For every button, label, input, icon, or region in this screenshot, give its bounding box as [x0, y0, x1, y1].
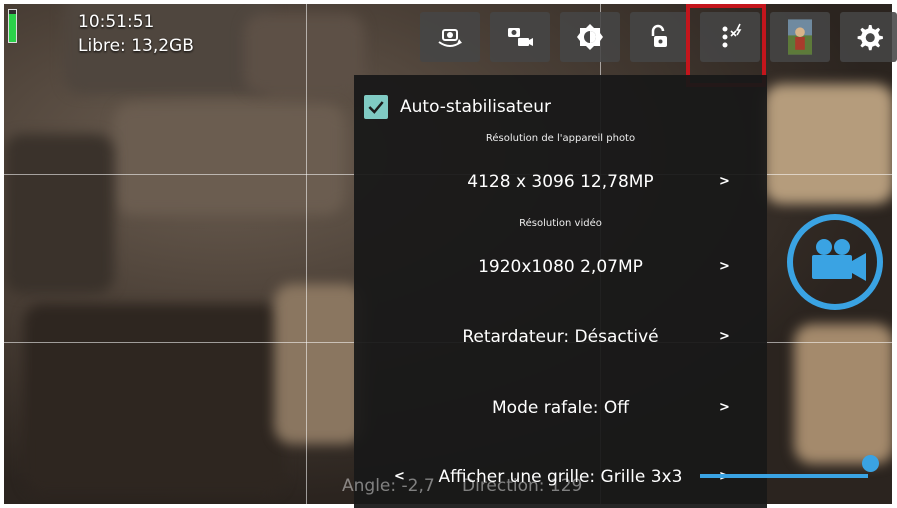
video-camera-icon [787, 214, 883, 310]
angle-readout: Angle: -2,7 [342, 476, 435, 496]
zoom-slider-track[interactable] [700, 474, 868, 478]
grid-line-vertical [306, 4, 307, 504]
photo-video-mode-icon [508, 28, 533, 46]
exposure-lock-button[interactable] [630, 12, 690, 62]
photo-video-mode-button[interactable] [490, 12, 550, 62]
preview-bokeh [274, 284, 364, 444]
exposure-lock-icon [651, 24, 667, 47]
zoom-slider-thumb[interactable] [862, 455, 879, 472]
auto-stabilizer-option[interactable]: Auto-stabilisateur [364, 95, 551, 119]
exposure-button[interactable] [560, 12, 620, 62]
preview-bokeh [764, 84, 892, 204]
free-storage-text: Libre: 13,2GB [78, 36, 194, 56]
photo-resolution-row[interactable]: 4128 x 3096 12,78MP > [354, 162, 767, 202]
switch-camera-button[interactable] [420, 12, 480, 62]
photo-resolution-title: Résolution de l'appareil photo [485, 133, 636, 144]
gallery-button[interactable] [770, 12, 830, 62]
preview-bokeh [794, 324, 892, 464]
battery-level-fill [9, 14, 16, 42]
clock-text: 10:51:51 [78, 12, 155, 32]
auto-stabilizer-label: Auto-stabilisateur [400, 97, 551, 117]
settings-button[interactable] [840, 12, 897, 62]
photo-resolution-next-button[interactable]: > [719, 162, 730, 202]
battery-indicator [8, 9, 17, 43]
check-icon [368, 101, 384, 114]
photo-resolution-value: 4128 x 3096 12,78MP [467, 172, 654, 192]
preview-bokeh [244, 14, 364, 94]
quick-settings-popup: Auto-stabilisateur Résolution de l'appar… [354, 75, 767, 508]
timer-value: Retardateur: Désactivé [462, 327, 659, 347]
timer-next-button[interactable]: > [719, 317, 730, 357]
burst-mode-next-button[interactable]: > [719, 388, 730, 428]
timer-row[interactable]: Retardateur: Désactivé > [354, 317, 767, 357]
preview-bokeh [114, 104, 344, 214]
video-resolution-title: Résolution vidéo [519, 218, 602, 229]
settings-gear-icon [857, 25, 883, 51]
video-resolution-next-button[interactable]: > [719, 247, 730, 287]
switch-camera-icon [438, 29, 462, 47]
video-resolution-value: 1920x1080 2,07MP [478, 257, 643, 277]
video-resolution-row[interactable]: 1920x1080 2,07MP > [354, 247, 767, 287]
burst-mode-row[interactable]: Mode rafale: Off > [354, 388, 767, 428]
exposure-icon [577, 24, 603, 50]
auto-stabilizer-checkbox[interactable] [364, 95, 388, 119]
gallery-thumbnail-icon [788, 19, 812, 55]
direction-readout: Direction: 129 [462, 476, 583, 496]
preview-bokeh [24, 304, 284, 494]
preview-bokeh [4, 134, 114, 294]
record-video-button[interactable] [782, 213, 888, 311]
burst-mode-value: Mode rafale: Off [492, 398, 629, 418]
